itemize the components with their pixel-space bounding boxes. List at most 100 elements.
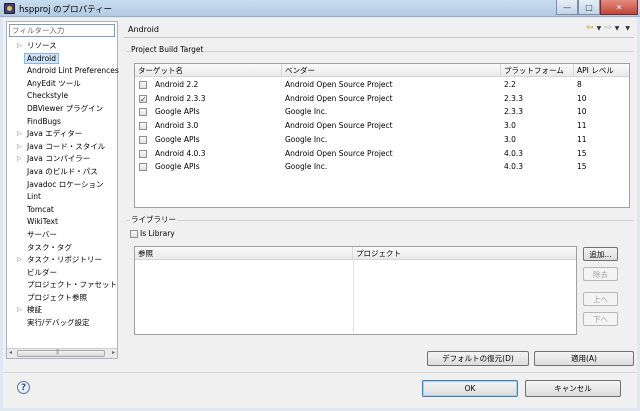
tree-item[interactable]: ビルダー: [7, 267, 117, 280]
tree-item[interactable]: AnyEdit ツール: [7, 78, 117, 91]
tree-item-label: Android: [24, 52, 59, 64]
table-row[interactable]: Google APIs Google Inc. 2.3.3 10: [135, 105, 629, 119]
maximize-button[interactable]: □: [578, 0, 600, 15]
bottom-separator: [3, 372, 637, 373]
expand-arrow-icon[interactable]: ▷: [17, 40, 22, 53]
expand-arrow-icon[interactable]: ▷: [17, 128, 22, 141]
tree-item[interactable]: ▷ 検証: [7, 304, 117, 317]
is-library-checkbox[interactable]: [130, 229, 138, 238]
table-row[interactable]: Google APIs Google Inc. 3.0 11: [135, 133, 629, 147]
target-checkbox[interactable]: [139, 122, 147, 131]
tree-item[interactable]: サーバー: [7, 229, 117, 242]
tree-item[interactable]: Javadoc ロケーション: [7, 179, 117, 192]
table-row[interactable]: Android 3.0 Android Open Source Project 3.…: [135, 119, 629, 133]
cancel-button[interactable]: キャンセル: [525, 380, 621, 397]
pane-sash[interactable]: [120, 21, 123, 359]
api-level-cell: 11: [577, 134, 587, 144]
tree-item-label: タスク・タグ: [27, 242, 72, 252]
tree-item-label: Lint: [27, 192, 41, 202]
page-title: Android: [128, 25, 159, 34]
library-column-divider: [353, 260, 354, 334]
scroll-left-icon[interactable]: ◂: [9, 349, 12, 356]
api-level-cell: 15: [577, 148, 587, 158]
column-header-vendor[interactable]: ベンダー: [282, 64, 501, 77]
ok-button[interactable]: OK: [422, 380, 518, 397]
api-level-cell: 8: [577, 80, 582, 89]
tree-item-label: 検証: [27, 305, 42, 315]
tree-item[interactable]: Android Lint Preferences: [7, 65, 119, 78]
tree-item[interactable]: Checkstyle: [7, 90, 117, 103]
build-target-table-header: ターゲット名 ベンダー プラットフォーム API レベル: [135, 64, 629, 77]
back-dropdown-icon[interactable]: ▼: [597, 25, 602, 32]
expand-arrow-icon[interactable]: ▷: [17, 254, 22, 267]
platform-cell: 4.0.3: [504, 148, 524, 158]
back-arrow-icon[interactable]: ⇦: [586, 23, 594, 33]
tree-item[interactable]: 実行/デバッグ設定: [7, 317, 117, 330]
vendor-cell: Google Inc.: [285, 134, 328, 144]
target-checkbox[interactable]: [139, 135, 147, 144]
expand-arrow-icon[interactable]: ▷: [17, 153, 22, 166]
apply-button[interactable]: 適用(A): [534, 351, 634, 366]
column-header-target-name[interactable]: ターゲット名: [135, 64, 282, 77]
property-tree-pane: ▷ リソース Android Android Lint Preferences AnyE…: [6, 21, 119, 359]
help-icon[interactable]: ?: [17, 381, 30, 394]
scroll-right-icon[interactable]: ▸: [112, 349, 115, 356]
tree-item[interactable]: WikiText: [7, 216, 117, 229]
tree-item[interactable]: プロジェクト・ファセット: [7, 279, 117, 292]
close-button[interactable]: ✕: [600, 0, 638, 15]
is-library-option[interactable]: Is Library: [130, 229, 175, 238]
table-row[interactable]: Android 2.2 Android Open Source Project 2.…: [135, 78, 629, 92]
tree-item[interactable]: タスク・タグ: [7, 242, 117, 255]
tree-item-label: Checkstyle: [27, 91, 69, 101]
target-name-cell: Google APIs: [155, 162, 200, 172]
tree-item-label: 実行/デバッグ設定: [27, 318, 90, 328]
forward-dropdown-icon[interactable]: ▼: [615, 25, 620, 32]
tree-item[interactable]: プロジェクト参照: [7, 292, 117, 305]
tree-item[interactable]: ▷ Java コンパイラー: [7, 153, 117, 166]
tree-item-label: Java コンパイラー: [27, 154, 91, 164]
expand-arrow-icon[interactable]: ▷: [17, 141, 22, 154]
tree-item-label: サーバー: [27, 229, 57, 239]
table-row[interactable]: Google APIs Google Inc. 4.0.3 15: [135, 160, 629, 174]
scrollbar-thumb[interactable]: [17, 349, 105, 357]
restore-defaults-button[interactable]: デフォルトの復元(D): [427, 351, 529, 366]
tree-item[interactable]: DBViewer プラグイン: [7, 103, 117, 116]
forward-arrow-icon[interactable]: ⇨: [604, 23, 612, 33]
target-checkbox[interactable]: [139, 108, 147, 117]
tree-item[interactable]: ▷ Java コード・スタイル: [7, 141, 117, 154]
tree-item[interactable]: ▷ タスク・リポジトリー: [7, 254, 117, 267]
horizontal-scrollbar[interactable]: ◂ ▸: [7, 348, 117, 358]
column-header-platform[interactable]: プラットフォーム: [501, 64, 574, 77]
table-row[interactable]: Android 4.0.3 Android Open Source Project…: [135, 147, 629, 161]
move-up-button[interactable]: 上へ: [583, 292, 618, 306]
target-name-cell: Google APIs: [155, 134, 200, 144]
column-header-reference[interactable]: 参照: [135, 247, 353, 260]
filter-input[interactable]: [9, 24, 115, 37]
tree-item[interactable]: ▷ Java エディター: [7, 128, 117, 141]
tree-item[interactable]: FindBugs: [7, 116, 117, 129]
api-level-cell: 11: [577, 121, 587, 131]
tree-item[interactable]: ▷ リソース: [7, 40, 117, 53]
tree-item[interactable]: Lint: [7, 191, 117, 204]
target-checkbox[interactable]: [139, 81, 147, 89]
add-library-button[interactable]: 追加...: [583, 247, 618, 261]
tree-item-label: Javadoc ロケーション: [27, 179, 104, 189]
tree-item-label: Java コード・スタイル: [27, 141, 106, 151]
minimize-button[interactable]: —: [556, 0, 578, 15]
target-checkbox[interactable]: [139, 93, 147, 106]
table-row[interactable]: Android 2.3.3 Android Open Source Project…: [135, 92, 629, 106]
target-checkbox[interactable]: [139, 163, 147, 172]
tree-item[interactable]: Android: [7, 52, 117, 66]
column-header-project[interactable]: プロジェクト: [353, 247, 578, 260]
view-menu-icon[interactable]: ▼: [625, 25, 630, 32]
expand-arrow-icon[interactable]: ▷: [17, 304, 22, 317]
tree-item[interactable]: Tomcat: [7, 204, 117, 217]
column-header-api-level[interactable]: API レベル: [574, 64, 631, 77]
remove-library-button[interactable]: 除去: [583, 267, 618, 281]
api-level-cell: 15: [577, 162, 587, 172]
target-checkbox[interactable]: [139, 149, 147, 158]
tree-item-label: AnyEdit ツール: [27, 78, 81, 88]
move-down-button[interactable]: 下へ: [583, 312, 618, 326]
tree-item[interactable]: Java のビルド・パス: [7, 166, 117, 179]
build-target-table: ターゲット名 ベンダー プラットフォーム API レベル Android 2.2…: [134, 63, 630, 208]
